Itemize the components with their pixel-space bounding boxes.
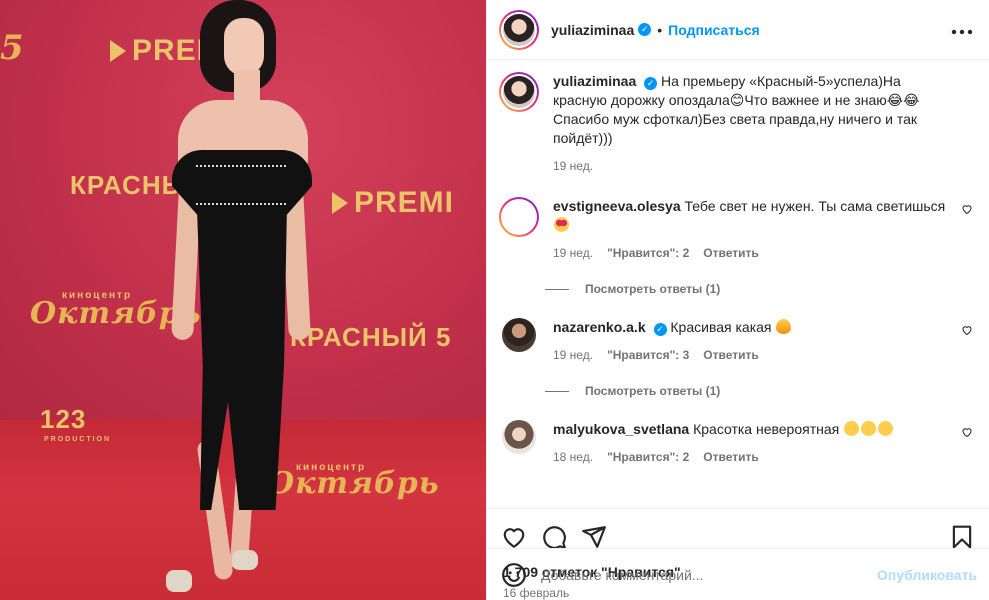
caption-text: yuliaziminaa ✓ На премьеру «Красный-5»ус… [553, 72, 949, 148]
kiss-emoji-icon [878, 421, 894, 436]
follow-button[interactable]: Подписаться [668, 22, 760, 38]
view-replies-button[interactable]: Посмотреть ответы (1) [545, 282, 973, 296]
save-bookmark-icon[interactable] [949, 524, 975, 550]
comment-time[interactable]: 18 нед. [553, 450, 593, 464]
comment-username[interactable]: malyukova_svetlana [553, 421, 689, 437]
comment-avatar[interactable] [502, 420, 536, 454]
fire-emoji-icon [776, 319, 792, 334]
like-comment-heart-icon[interactable] [961, 426, 973, 438]
author-username[interactable]: yuliaziminaa [551, 22, 634, 38]
backdrop-logo-oktyabr-2: Октябрь [268, 466, 440, 501]
comment-likes[interactable]: "Нравится": 2 [607, 450, 689, 464]
post-side-panel: yuliaziminaa ✓ • Подписаться yuliazimina… [486, 0, 989, 600]
comment-avatar[interactable] [502, 318, 536, 352]
reply-button[interactable]: Ответить [703, 246, 758, 260]
caption: yuliaziminaa ✓ На премьеру «Красный-5»ус… [499, 72, 973, 173]
caption-time[interactable]: 19 нед. [553, 159, 593, 173]
comment-bubble-icon[interactable] [541, 524, 567, 550]
post-photo[interactable]: PREMI КРАСНЫЙ PREMI киноцентр Октябрь КР… [0, 0, 486, 600]
verified-badge-icon: ✓ [638, 23, 652, 36]
comment-username[interactable]: evstigneeva.olesya [553, 198, 681, 214]
add-comment-bar: Опубликовать [487, 548, 989, 600]
kiss-emoji-icon [861, 421, 877, 436]
separator-dot: • [657, 21, 663, 38]
comment-text: Тебе свет не нужен. Ты сама светишься [684, 198, 946, 214]
comment-likes[interactable]: "Нравится": 3 [607, 348, 689, 362]
comments-list[interactable]: yuliaziminaa ✓ На премьеру «Красный-5»ус… [487, 60, 989, 508]
comment-text: Красотка невероятная [693, 421, 840, 437]
author-avatar[interactable] [499, 9, 539, 50]
backdrop-logo-123: 123 [40, 404, 87, 434]
comment-item: evstigneeva.olesya Тебе свет не нужен. Т… [499, 197, 973, 260]
comment-input[interactable] [541, 566, 878, 583]
comment-avatar[interactable] [499, 197, 539, 237]
backdrop-logo-red-2: КРАСНЫЙ 5 [290, 322, 452, 352]
publish-button[interactable]: Опубликовать [877, 567, 977, 583]
comment-item: malyukova_svetlana Красотка невероятная … [499, 420, 973, 464]
woman-face [224, 18, 264, 76]
comment-item: nazarenko.a.k ✓ Красивая какая 19 нед. "… [499, 318, 973, 362]
share-paper-plane-icon[interactable] [581, 524, 607, 550]
backdrop-logo-5: 5 [0, 28, 25, 68]
post-header: yuliaziminaa ✓ • Подписаться [487, 0, 989, 60]
reply-button[interactable]: Ответить [703, 348, 758, 362]
caption-avatar[interactable] [499, 72, 539, 112]
comment-username[interactable]: nazarenko.a.k [553, 319, 646, 335]
comment-likes[interactable]: "Нравится": 2 [607, 246, 689, 260]
shoe-left [166, 570, 192, 592]
like-comment-heart-icon[interactable] [961, 324, 973, 336]
verified-badge-icon: ✓ [644, 77, 658, 90]
backdrop-logo-premier-2: PREMI [332, 186, 454, 220]
verified-badge-icon: ✓ [653, 323, 667, 336]
comment-time[interactable]: 19 нед. [553, 246, 593, 260]
comment-time[interactable]: 19 нед. [553, 348, 593, 362]
emoji-smile-icon[interactable] [501, 562, 527, 588]
more-dots-icon [951, 29, 973, 35]
heart-eyes-emoji-icon [554, 217, 569, 232]
caption-username[interactable]: yuliaziminaa [553, 73, 636, 89]
like-comment-heart-icon[interactable] [961, 203, 973, 215]
shoe-right [232, 550, 258, 570]
dress-bow [196, 165, 286, 205]
comment-text: Красивая какая [670, 319, 772, 335]
like-heart-icon[interactable] [501, 524, 527, 550]
reply-button[interactable]: Ответить [703, 450, 758, 464]
more-options-button[interactable] [951, 18, 973, 41]
view-replies-button[interactable]: Посмотреть ответы (1) [545, 384, 973, 398]
kiss-emoji-icon [844, 421, 860, 436]
backdrop-production-label: PRODUCTION [44, 436, 112, 443]
